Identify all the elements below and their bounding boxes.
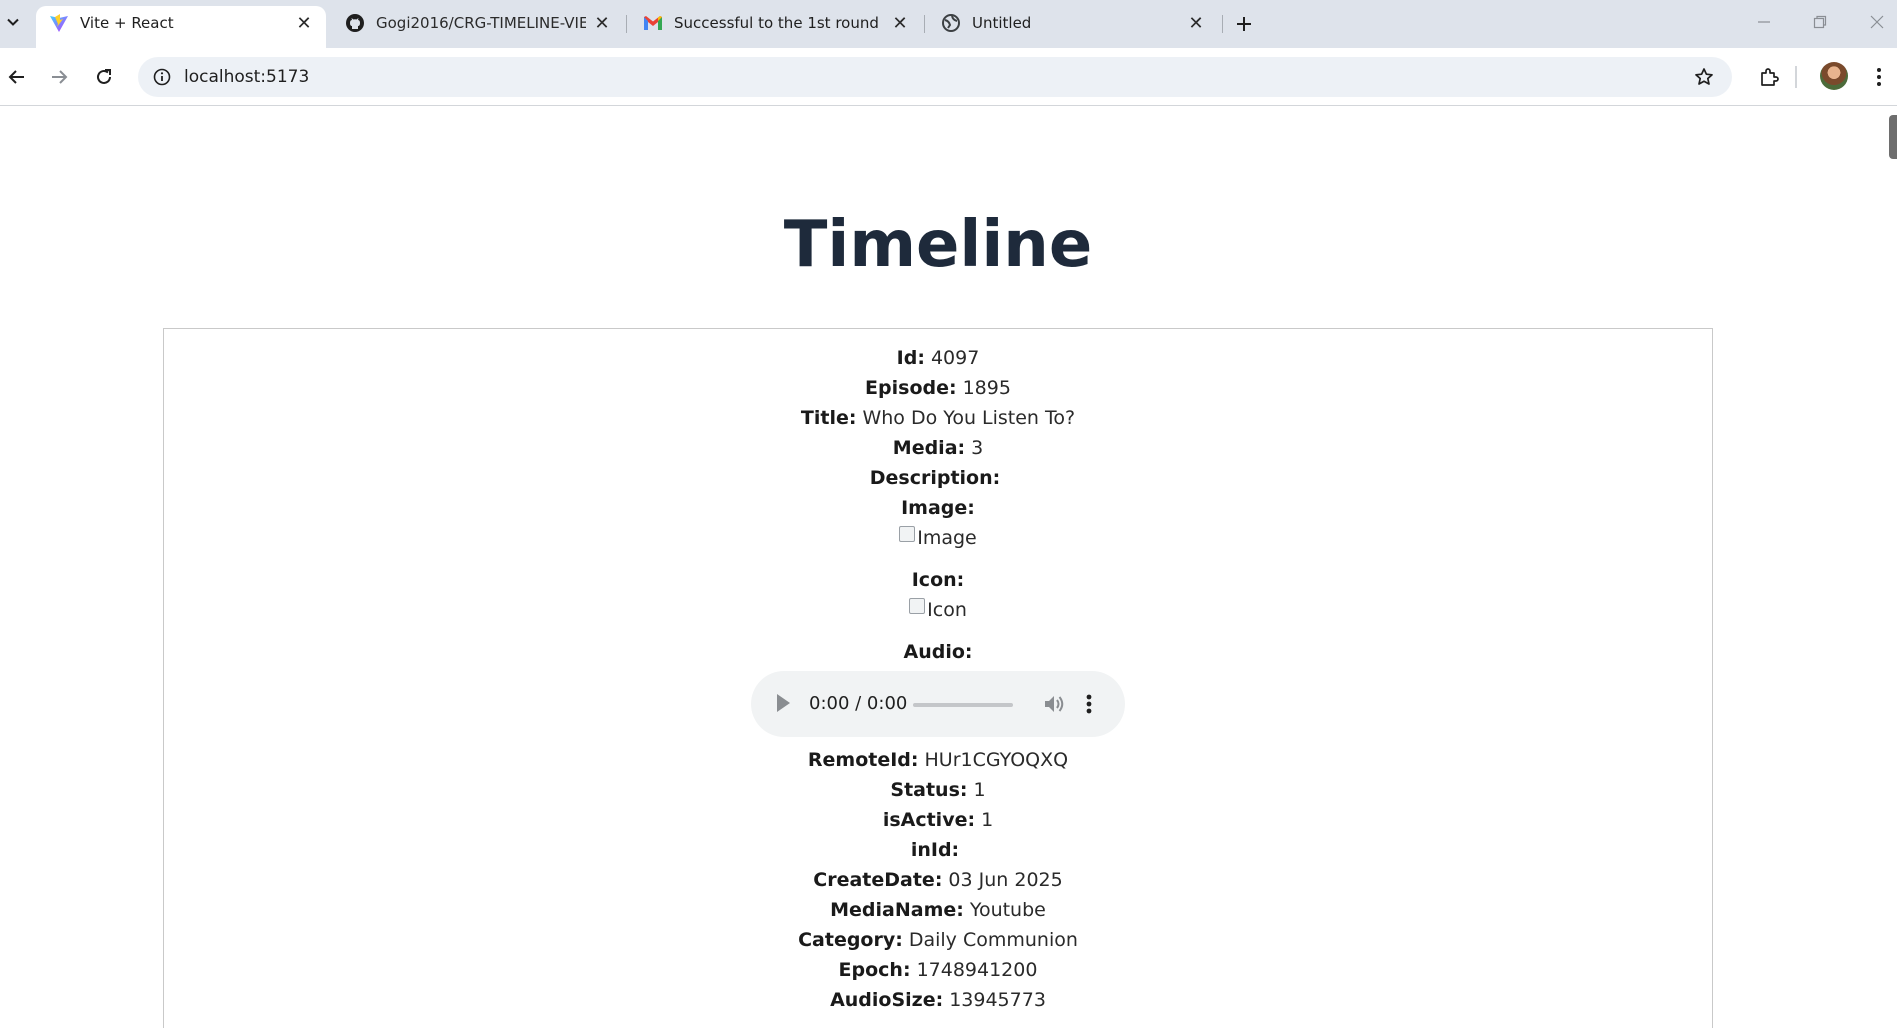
field-create-date: CreateDate: 03 Jun 2025 [164, 865, 1712, 895]
field-label: Category: [798, 929, 903, 951]
field-label: isActive: [882, 809, 976, 831]
vite-icon [48, 12, 70, 34]
page-title: Timeline [783, 208, 1093, 282]
tab-separator [924, 15, 925, 33]
site-info-icon[interactable] [148, 63, 176, 91]
forward-arrow-icon[interactable] [42, 60, 76, 94]
url-text: localhost:5173 [184, 67, 310, 87]
field-value: 1895 [962, 377, 1011, 399]
field-category: Category: Daily Communion [164, 925, 1712, 955]
play-icon[interactable] [777, 694, 790, 712]
tab-gmail[interactable]: Successful to the 1st round with ✕ [630, 6, 922, 40]
field-media-name: MediaName: Youtube [164, 895, 1712, 925]
field-in-id: inId: [164, 835, 1712, 865]
field-description: Description: [164, 463, 1712, 493]
field-icon: Icon: [164, 565, 1712, 595]
broken-icon-image: Icon [164, 595, 1712, 625]
field-value: 1 [973, 779, 986, 801]
field-value: Who Do You Listen To? [862, 407, 1076, 429]
field-label: Title: [800, 407, 857, 429]
reload-icon[interactable] [87, 60, 121, 94]
audio-time: 0:00 / 0:00 [809, 693, 908, 714]
field-label: AudioSize: [830, 989, 944, 1011]
bookmark-star-icon[interactable] [1690, 63, 1718, 91]
field-label: RemoteId: [807, 749, 919, 771]
volume-icon[interactable] [1043, 693, 1067, 715]
image-alt-text: Image [917, 527, 977, 549]
field-value: HUr1CGYOQXQ [924, 749, 1069, 771]
more-menu-icon[interactable] [1862, 60, 1896, 94]
audio-player: 0:00 / 0:00 [751, 671, 1125, 737]
field-epoch: Epoch: 1748941200 [164, 955, 1712, 985]
browser-toolbar: localhost:5173 [0, 48, 1897, 106]
tab-title: Successful to the 1st round with [674, 14, 884, 32]
field-id: Id: 4097 [164, 343, 1712, 373]
page-viewport: Timeline Id: 4097 Episode: 1895 Title: Who … [0, 107, 1897, 1028]
github-icon [344, 12, 366, 34]
field-remote-id: RemoteId: HUr1CGYOQXQ [164, 745, 1712, 775]
tab-title: Vite + React [80, 14, 174, 32]
tab-github[interactable]: Gogi2016/CRG-TIMELINE-VIEW ✕ [332, 6, 624, 40]
broken-image-icon [909, 598, 926, 614]
field-label: Icon: [911, 569, 965, 591]
timeline-entry-card: Id: 4097 Episode: 1895 Title: Who Do You Li… [163, 328, 1713, 1028]
field-audio: Audio: [164, 637, 1712, 667]
field-label: Image: [901, 497, 975, 519]
close-tab-icon[interactable]: ✕ [294, 13, 314, 34]
restore-icon[interactable] [1800, 8, 1840, 36]
field-label: Episode: [865, 377, 957, 399]
field-label: Audio: [903, 641, 973, 663]
field-value: 03 Jun 2025 [948, 869, 1063, 891]
new-tab-plus-icon[interactable] [1230, 10, 1258, 38]
audio-progress-slider[interactable] [913, 703, 1013, 707]
field-label: Id: [896, 347, 925, 369]
toolbar-divider [1795, 66, 1797, 88]
minimize-icon[interactable] [1744, 8, 1784, 36]
tab-title: Untitled [972, 14, 1032, 32]
gmail-icon [642, 12, 664, 34]
field-value: Daily Communion [908, 929, 1078, 951]
close-window-icon[interactable] [1857, 8, 1897, 36]
field-media: Media: 3 [164, 433, 1712, 463]
broken-image: Image [164, 523, 1712, 553]
scrollbar-thumb[interactable] [1889, 115, 1897, 159]
field-label: Media: [892, 437, 966, 459]
field-value: 1 [981, 809, 994, 831]
icon-alt-text: Icon [927, 599, 967, 621]
field-audio-size: AudioSize: 13945773 [164, 985, 1712, 1015]
field-label: Description: [869, 467, 1001, 489]
close-tab-icon[interactable]: ✕ [592, 13, 612, 34]
field-value: Youtube [969, 899, 1046, 921]
audio-more-options-icon[interactable] [1085, 691, 1093, 717]
field-value: 13945773 [949, 989, 1046, 1011]
field-title: Title: Who Do You Listen To? [164, 403, 1712, 433]
field-is-active: isActive: 1 [164, 805, 1712, 835]
field-label: Status: [890, 779, 968, 801]
field-value: 4097 [930, 347, 980, 369]
address-bar[interactable]: localhost:5173 [138, 57, 1732, 97]
tab-title: Gogi2016/CRG-TIMELINE-VIEW [376, 14, 586, 32]
tab-strip: Vite + React ✕ Gogi2016/CRG-TIMELINE-VIE… [0, 0, 1897, 48]
field-image: Image: [164, 493, 1712, 523]
back-arrow-icon[interactable] [0, 60, 34, 94]
tab-separator [1222, 15, 1223, 33]
close-tab-icon[interactable]: ✕ [890, 13, 910, 34]
field-value: 3 [971, 437, 984, 459]
globe-icon [940, 12, 962, 34]
close-tab-icon[interactable]: ✕ [1186, 13, 1206, 34]
broken-image-icon [899, 526, 916, 542]
tab-search-chevron-icon[interactable] [0, 8, 26, 36]
tab-separator [626, 15, 627, 33]
profile-avatar[interactable] [1820, 62, 1848, 90]
field-label: inId: [910, 839, 960, 861]
field-label: Epoch: [838, 959, 911, 981]
field-status: Status: 1 [164, 775, 1712, 805]
field-label: MediaName: [830, 899, 964, 921]
extensions-puzzle-icon[interactable] [1752, 60, 1786, 94]
field-value: 1748941200 [916, 959, 1038, 981]
tab-untitled[interactable]: Untitled ✕ [928, 6, 1218, 40]
field-episode: Episode: 1895 [164, 373, 1712, 403]
field-label: CreateDate: [813, 869, 943, 891]
tab-vite-react[interactable]: Vite + React ✕ [36, 6, 326, 48]
